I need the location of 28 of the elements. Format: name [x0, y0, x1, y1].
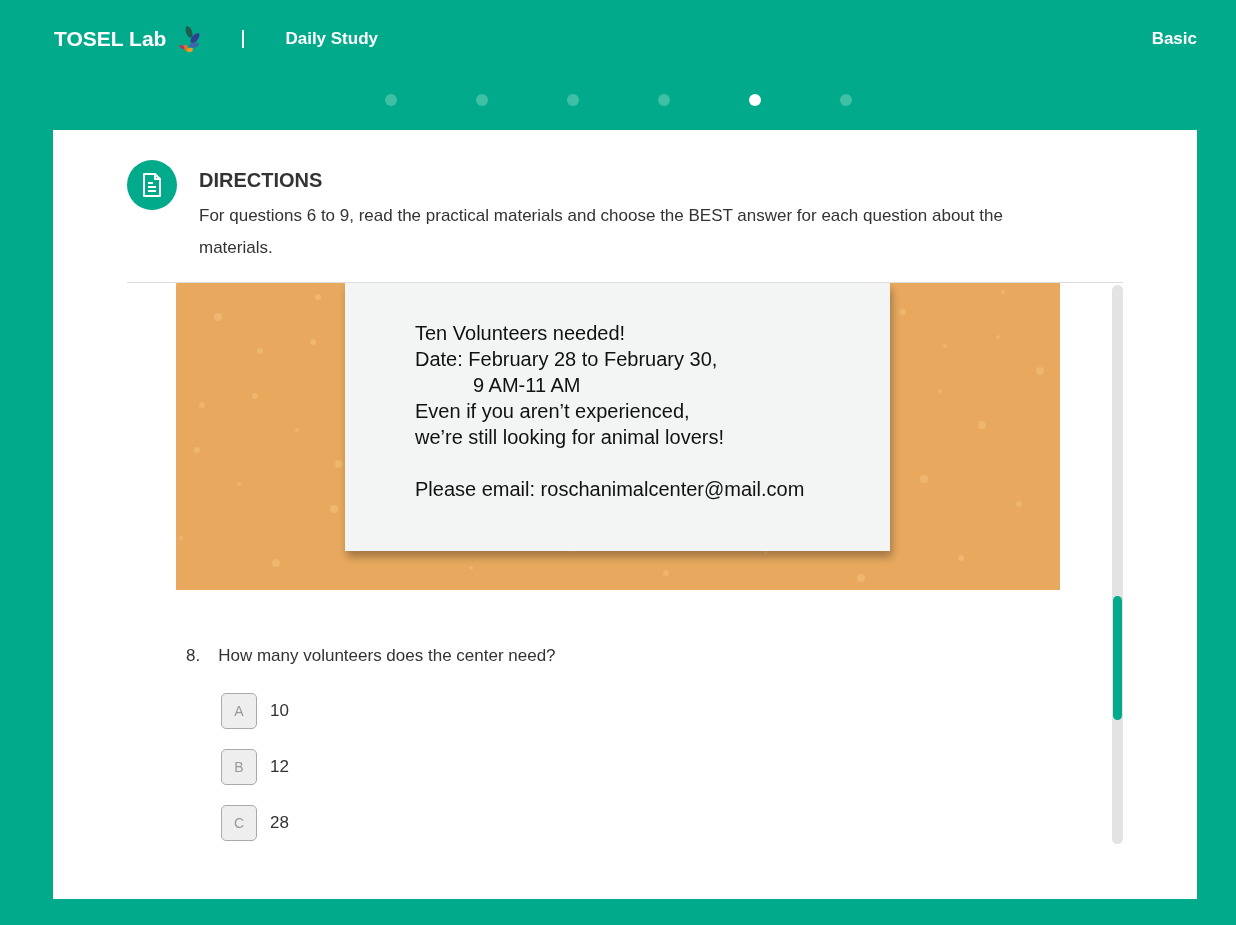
step-dot[interactable] [839, 94, 852, 106]
scrollbar[interactable] [1112, 285, 1123, 844]
option-text: 12 [270, 757, 289, 777]
step-dot[interactable] [566, 94, 579, 106]
notice-text: Please email: roschanimalcenter@mail.com [415, 477, 806, 502]
option-text: 28 [270, 813, 289, 833]
directions-title: DIRECTIONS [199, 169, 324, 192]
step-dot[interactable] [475, 94, 488, 106]
step-dot[interactable] [748, 94, 761, 106]
step-dot[interactable] [384, 94, 397, 106]
notice-text: Even if you aren’t experienced, [415, 399, 691, 424]
step-dot[interactable] [657, 94, 670, 106]
option-button[interactable]: C [221, 805, 257, 841]
scrollbar-thumb[interactable] [1113, 596, 1122, 720]
notice-text: Ten Volunteers needed! [415, 321, 627, 346]
option-button[interactable]: B [221, 749, 257, 785]
option-button[interactable]: A [221, 693, 257, 729]
notice-text: Date: February 28 to February 30, [415, 347, 719, 372]
question-text: How many volunteers does the center need? [218, 646, 556, 666]
document-icon [127, 160, 177, 210]
notice-text: we’re still looking for animal lovers! [415, 425, 725, 450]
option-text: 10 [270, 701, 289, 721]
notice-text: 9 AM-11 AM [472, 373, 582, 398]
level-label: Basic [1151, 29, 1197, 49]
question-number: 8. [186, 646, 201, 666]
brand-name[interactable]: TOSEL Lab [54, 27, 167, 51]
directions-text: For questions 6 to 9, read the practical materials and choose the BEST answer for each question about the materials. [199, 205, 1004, 259]
section-title: Daily Study [285, 29, 378, 49]
